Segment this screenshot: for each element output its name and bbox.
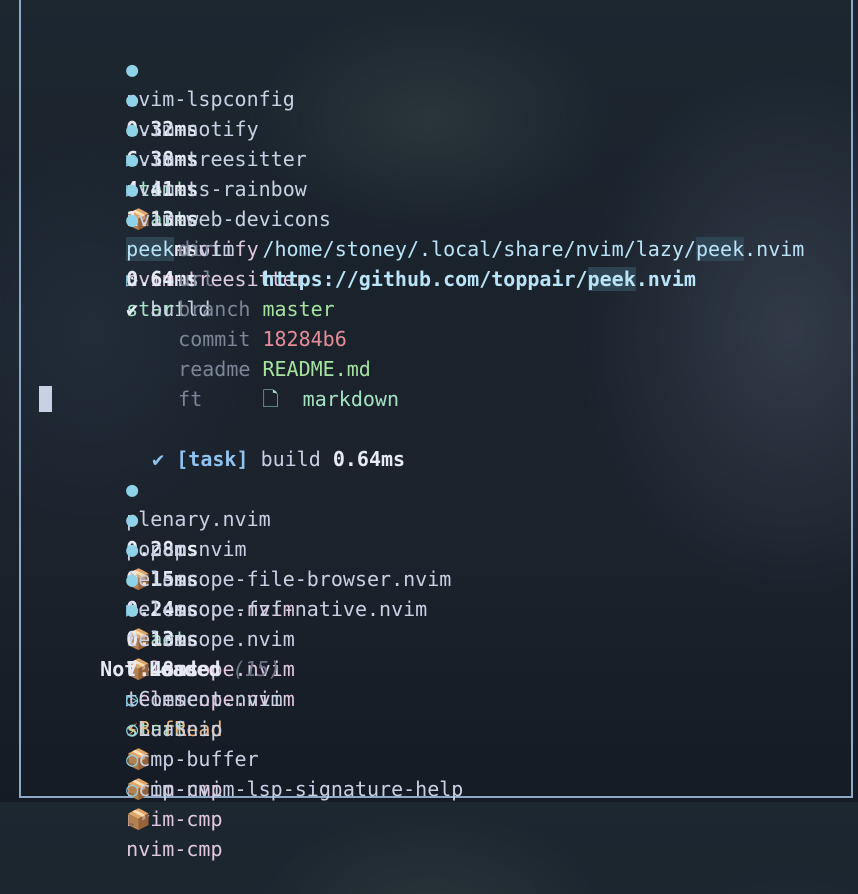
detail-row-branch: branch master — [130, 264, 335, 321]
detail-row-commit: commit 18284b6 — [130, 294, 347, 351]
task-time: 0.64ms — [332, 447, 406, 471]
plugin-name: telescope-fzf-native.nvim — [126, 597, 428, 621]
plugin-row-not-loaded[interactable]: ○Comment.nvim ⚡BufRead — [78, 654, 283, 741]
url-suffix: .nvim — [635, 267, 696, 291]
detail-row-dir: dir /home/stoney/.local/share/nvim/lazy/… — [130, 204, 804, 261]
plugin-row[interactable]: ● nvim-treesitter 4.41ms 📦 nvim-notify — [78, 84, 307, 261]
plugin-row-expanded[interactable]: ● peek.nvim 0.64ms ✔ build — [78, 174, 235, 321]
plugin-row[interactable]: ● nvim-notify 6.38ms ▷ start — [78, 54, 258, 231]
plugin-row[interactable]: ● nvim-lspconfig 0.32ms ▷ start — [78, 24, 295, 201]
package-icon: 📦 — [126, 807, 152, 831]
task-row: ✔ [task] build 0.64ms — [104, 414, 405, 471]
plugin-row[interactable]: ● telescope-fzf-native.nvim 0.13ms 📦 tel… — [78, 534, 427, 711]
path-suffix: .nvim — [744, 237, 805, 261]
search-highlight: peek — [587, 267, 636, 291]
plugin-row-not-loaded[interactable]: ○cmp-buffer 📦 nvim-cmp — [78, 714, 258, 831]
plugin-row[interactable]: ● telescope-file-browser.nvim 0.24ms 📦 t… — [78, 504, 451, 681]
plugin-name: cmp-nvim-lsp-signature-help — [138, 777, 464, 801]
text-cursor — [39, 386, 52, 412]
file-icon: 🗋 — [262, 387, 279, 411]
detail-row-readme: readme README.md — [130, 324, 371, 381]
plugin-row-not-loaded[interactable]: ○LuaSnip 📦 nvim-cmp — [78, 684, 222, 801]
loaded-bullet-icon: ● — [126, 597, 139, 621]
plugin-row[interactable]: ● plenary.nvim 0.28ms 📦 telescope.nvim — [78, 444, 295, 621]
plugin-row[interactable]: ● nvim-ts-rainbow 1.13ms 📦 nvim-treesitt… — [78, 114, 307, 291]
detail-key: ft — [178, 387, 203, 411]
detail-row-ft: ft 🗋 markdown — [130, 354, 399, 411]
detail-row-url: url https://github.com/toppair/peek.nvim — [130, 234, 696, 291]
plugin-row[interactable]: ● telescope.nvim 7.48ms ▷ start — [78, 564, 295, 741]
plugin-row[interactable]: ● popup.nvim 0.15ms ▷ start — [78, 474, 246, 651]
plugin-reason: nvim-cmp — [126, 837, 223, 861]
detail-ft-value: markdown — [302, 387, 399, 411]
plugin-row-not-loaded[interactable]: ○cmp-nvim-lsp-signature-help 📦 nvim-cmp — [78, 744, 463, 861]
not-loaded-circle-icon: ○ — [126, 777, 139, 801]
plugin-row[interactable]: ● nvim-web-devicons 0.28ms ▷ start — [78, 144, 331, 321]
search-highlight: peek — [695, 237, 745, 261]
section-header-not-loaded: Not Loaded (15) — [52, 624, 281, 681]
